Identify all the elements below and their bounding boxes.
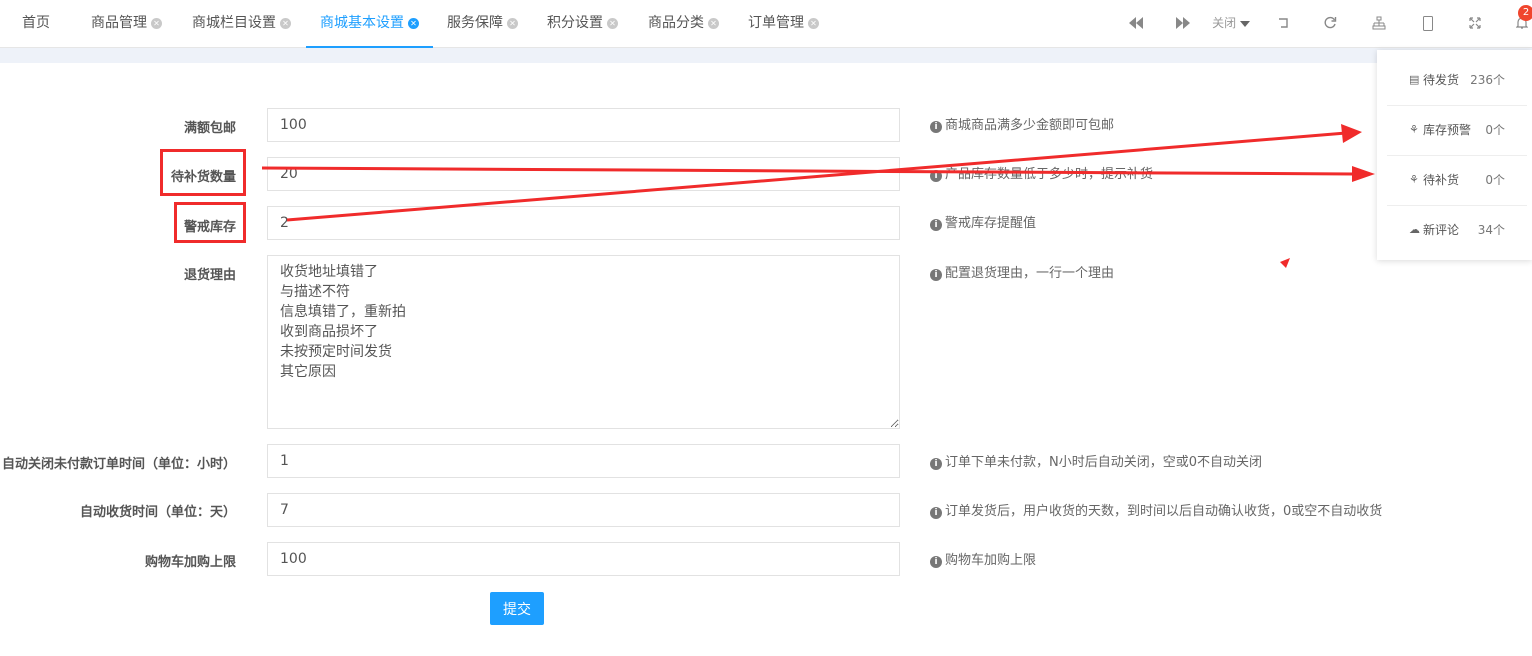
annotation-arrows <box>261 124 1375 268</box>
arrowhead-icon <box>1280 258 1290 268</box>
arrowhead-icon <box>1352 166 1375 182</box>
arrowhead-icon <box>1341 124 1362 143</box>
annotation-arrow-restock <box>261 166 1355 176</box>
annotation-arrow-stock-alert <box>286 131 1347 222</box>
